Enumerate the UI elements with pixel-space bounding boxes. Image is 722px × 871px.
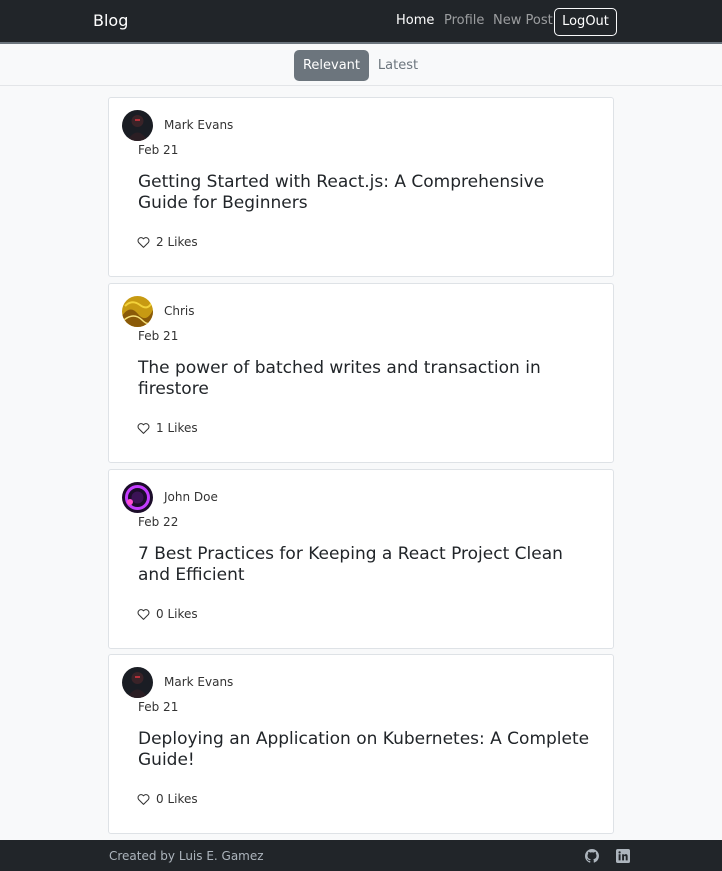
brand-logo[interactable]: Blog [93, 11, 128, 30]
post-card: Mark Evans Feb 21 Getting Started with R… [108, 97, 614, 277]
post-card: John Doe Feb 22 7 Best Practices for Kee… [108, 469, 614, 649]
dark-figure-avatar-icon [122, 110, 153, 141]
logout-button[interactable]: LogOut [554, 8, 617, 36]
nav-profile-link[interactable]: Profile [444, 13, 484, 28]
like-count: 0 Likes [156, 792, 198, 806]
post-card: Chris Feb 21 The power of batched writes… [108, 283, 614, 463]
top-navbar: Blog Home Profile New Post LogOut [0, 0, 722, 44]
nav-new-post-link[interactable]: New Post [493, 13, 553, 28]
linkedin-icon[interactable] [616, 849, 630, 863]
post-date: Feb 21 [138, 143, 179, 157]
github-icon[interactable] [585, 849, 599, 863]
tab-relevant[interactable]: Relevant [294, 50, 369, 81]
heart-icon [137, 236, 150, 248]
like-button[interactable]: 2 Likes [137, 235, 198, 249]
heart-icon [137, 793, 150, 805]
like-button[interactable]: 0 Likes [137, 792, 198, 806]
author-name[interactable]: Mark Evans [164, 118, 233, 132]
like-button[interactable]: 0 Likes [137, 607, 198, 621]
footer-credit: Created by Luis E. Gamez [109, 849, 264, 863]
heart-icon [137, 608, 150, 620]
author-name[interactable]: John Doe [164, 490, 218, 504]
feed-tabs: Relevant Latest [0, 46, 722, 86]
tab-latest[interactable]: Latest [373, 50, 423, 81]
purple-glow-avatar-icon [122, 482, 153, 513]
like-count: 1 Likes [156, 421, 198, 435]
like-button[interactable]: 1 Likes [137, 421, 198, 435]
post-title[interactable]: Getting Started with React.js: A Compreh… [138, 172, 598, 214]
author-avatar [122, 110, 153, 141]
post-title[interactable]: 7 Best Practices for Keeping a React Pro… [138, 544, 598, 586]
post-feed: Mark Evans Feb 21 Getting Started with R… [0, 86, 722, 840]
author-name[interactable]: Chris [164, 304, 195, 318]
footer: Created by Luis E. Gamez [0, 840, 722, 871]
post-date: Feb 22 [138, 515, 179, 529]
nav-home-link[interactable]: Home [396, 13, 434, 28]
author-avatar [122, 482, 153, 513]
like-count: 2 Likes [156, 235, 198, 249]
author-avatar [122, 667, 153, 698]
post-title[interactable]: Deploying an Application on Kubernetes: … [138, 729, 598, 771]
post-date: Feb 21 [138, 329, 179, 343]
heart-icon [137, 422, 150, 434]
post-title[interactable]: The power of batched writes and transact… [138, 358, 598, 400]
yellow-pattern-avatar-icon [122, 296, 153, 327]
dark-figure-avatar-icon [122, 667, 153, 698]
post-card: Mark Evans Feb 21 Deploying an Applicati… [108, 654, 614, 834]
author-name[interactable]: Mark Evans [164, 675, 233, 689]
author-avatar [122, 296, 153, 327]
post-date: Feb 21 [138, 700, 179, 714]
like-count: 0 Likes [156, 607, 198, 621]
